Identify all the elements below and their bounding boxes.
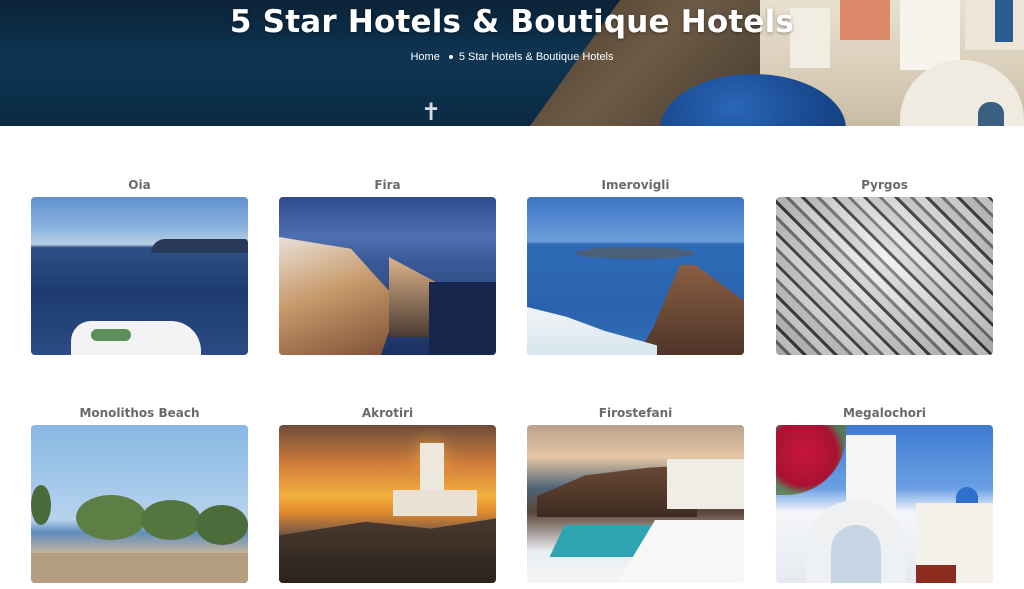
hero-banner: ✝ 5 Star Hotels & Boutique Hotels Home 5 … <box>0 0 1024 126</box>
location-image[interactable] <box>527 197 744 355</box>
location-image[interactable] <box>279 197 496 355</box>
location-image[interactable] <box>527 425 744 583</box>
location-title[interactable]: Imerovigli <box>527 177 744 193</box>
location-image[interactable] <box>776 425 993 583</box>
location-card-megalochori[interactable]: Megalochori <box>776 405 993 583</box>
location-image[interactable] <box>279 425 496 583</box>
breadcrumb-current: 5 Star Hotels & Boutique Hotels <box>458 51 614 63</box>
location-title[interactable]: Firostefani <box>527 405 744 421</box>
location-title[interactable]: Akrotiri <box>279 405 496 421</box>
page-title: 5 Star Hotels & Boutique Hotels <box>229 4 795 40</box>
cross-icon: ✝ <box>420 98 442 126</box>
location-image[interactable] <box>31 197 248 355</box>
location-title[interactable]: Fira <box>279 177 496 193</box>
location-title[interactable]: Megalochori <box>776 405 993 421</box>
location-title[interactable]: Oia <box>31 177 248 193</box>
location-title[interactable]: Monolithos Beach <box>31 405 248 421</box>
location-image[interactable] <box>31 425 248 583</box>
location-card-oia[interactable]: Oia <box>31 177 248 355</box>
hero-door <box>978 102 1004 126</box>
breadcrumb: Home 5 Star Hotels & Boutique Hotels <box>0 48 1024 66</box>
location-card-fira[interactable]: Fira <box>279 177 496 355</box>
location-image[interactable] <box>776 197 993 355</box>
location-card-imerovigli[interactable]: Imerovigli <box>527 177 744 355</box>
location-card-firostefani[interactable]: Firostefani <box>527 405 744 583</box>
location-card-monolithos-beach[interactable]: Monolithos Beach <box>31 405 248 583</box>
location-card-akrotiri[interactable]: Akrotiri <box>279 405 496 583</box>
breadcrumb-separator-icon <box>448 54 453 59</box>
breadcrumb-home-link[interactable]: Home <box>410 51 439 63</box>
location-title[interactable]: Pyrgos <box>776 177 993 193</box>
location-card-pyrgos[interactable]: Pyrgos <box>776 177 993 355</box>
